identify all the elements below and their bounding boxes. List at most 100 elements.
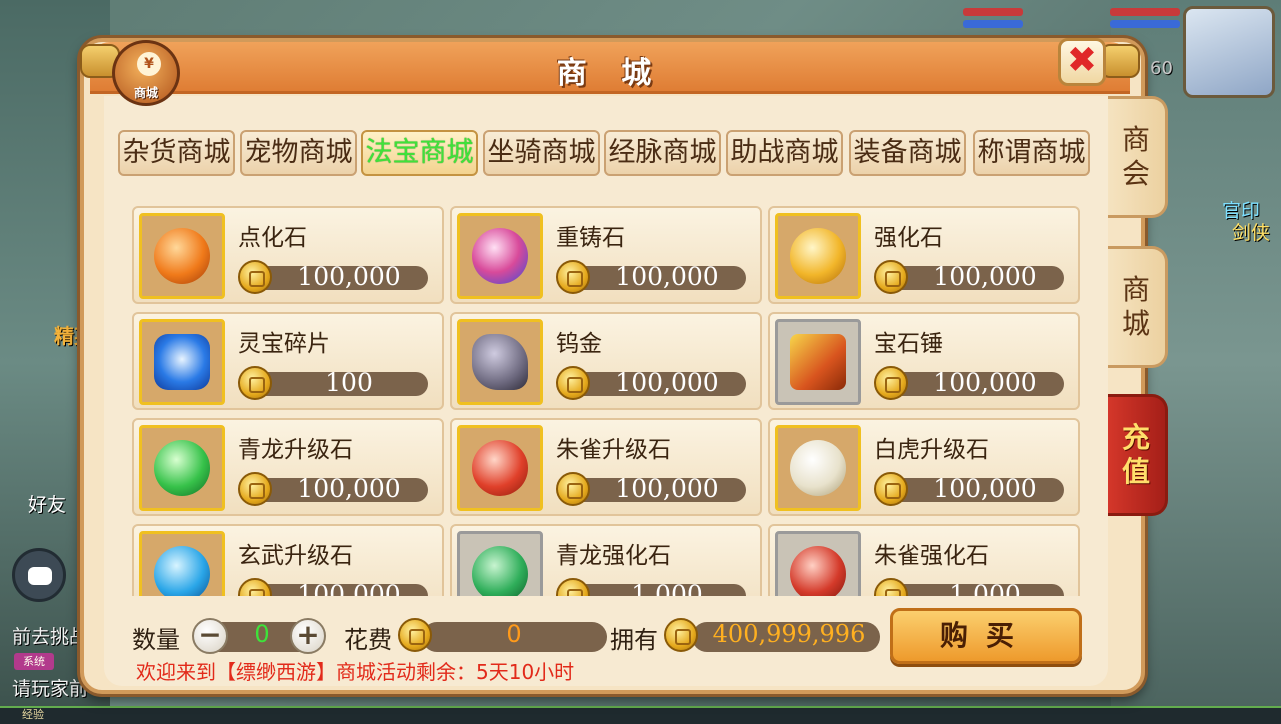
gold-coin-icon (238, 472, 272, 506)
money-bag-icon: ¥ (137, 52, 161, 76)
purchase-bar: 数量 − 0 + 花费 0 拥有 400,999,996 购买 欢迎来到【缥缈西… (104, 598, 1108, 688)
hp-bar (963, 8, 1023, 16)
buy-button[interactable]: 购买 (890, 608, 1082, 664)
gold-coin-icon (874, 578, 908, 596)
gold-coin-icon (556, 260, 590, 294)
shop-category-tabs: 杂货商城 宠物商城 法宝商城 坐骑商城 经脉商城 助战商城 装备商城 称谓商城 (118, 130, 1093, 178)
owned-gold-value: 400,999,996 (712, 620, 866, 648)
white-tiger-orb-icon (775, 425, 861, 511)
item-name: 钨金 (556, 331, 602, 357)
side-tab-label: 充值 (1121, 421, 1150, 488)
item-card[interactable]: 点化石 100,000 (132, 206, 444, 304)
item-price: 100,000 (615, 474, 719, 503)
close-button[interactable]: ✖ (1058, 38, 1106, 86)
gold-coin-icon (398, 618, 432, 652)
tab-equipment-store[interactable]: 装备商城 (849, 130, 966, 176)
event-notice: 欢迎来到【缥缈西游】商城活动剩余：5天10小时 (136, 660, 575, 684)
tab-general-store[interactable]: 杂货商城 (118, 130, 235, 176)
item-name: 青龙升级石 (238, 437, 353, 463)
gem-hammer-icon (775, 319, 861, 405)
item-grid: 点化石 100,000 重铸石 100,000 强化石 100,000 灵宝碎片… (128, 202, 1084, 596)
item-name: 强化石 (874, 225, 943, 251)
item-name: 朱雀强化石 (874, 543, 989, 569)
item-card[interactable]: 白虎升级石 100,000 (768, 418, 1080, 516)
pink-crystal-stone-icon (457, 213, 543, 299)
shop-logo: ¥ 商城 (112, 40, 180, 106)
item-price: 100,000 (297, 474, 401, 503)
gold-coin-icon (874, 472, 908, 506)
friend-button[interactable]: 好友 (28, 490, 66, 517)
item-name: 点化石 (238, 225, 307, 251)
side-tab-recharge[interactable]: 充值 (1108, 394, 1168, 516)
green-dragon-orb-icon (139, 425, 225, 511)
tab-pet-store[interactable]: 宠物商城 (240, 130, 357, 176)
quest-text-2[interactable]: 请玩家前 (12, 674, 88, 701)
tab-assist-store[interactable]: 助战商城 (726, 130, 843, 176)
item-price: 100,000 (615, 368, 719, 397)
npc-name-2: 剑侠 (1232, 222, 1271, 244)
gold-coin-icon (556, 366, 590, 400)
tab-treasure-store[interactable]: 法宝商城 (361, 130, 478, 176)
orange-swirl-stone-icon (139, 213, 225, 299)
item-card[interactable]: 朱雀强化石 1,000 (768, 524, 1080, 596)
gold-coin-icon (664, 618, 698, 652)
gold-coin-icon (238, 578, 272, 596)
cost-label: 花费 (344, 626, 392, 654)
tab-title-store[interactable]: 称谓商城 (973, 130, 1090, 176)
quest-text-1[interactable]: 前去挑战 (12, 622, 88, 649)
item-card[interactable]: 青龙强化石 1,000 (450, 524, 762, 596)
item-price: 100,000 (615, 262, 719, 291)
owned-label: 拥有 (610, 626, 658, 654)
mp-bar (963, 20, 1023, 28)
item-name: 灵宝碎片 (238, 331, 330, 357)
shop-logo-label: 商城 (133, 86, 158, 100)
gold-coin-icon (556, 472, 590, 506)
quantity-label: 数量 (132, 626, 180, 654)
item-card[interactable]: 钨金 100,000 (450, 312, 762, 410)
tab-mount-store[interactable]: 坐骑商城 (483, 130, 600, 176)
exp-label: 经验 (22, 708, 44, 721)
exp-bar (0, 706, 1281, 724)
player-level: 60 (1150, 58, 1173, 79)
scroll-ornament-right (1100, 44, 1140, 78)
tab-meridian-store[interactable]: 经脉商城 (604, 130, 721, 176)
red-phoenix-stone-icon (775, 531, 861, 596)
grey-ore-icon (457, 319, 543, 405)
gold-coin-icon (238, 260, 272, 294)
item-name: 朱雀升级石 (556, 437, 671, 463)
blue-gem-icon (139, 319, 225, 405)
side-tab-label: 商城 (1121, 273, 1150, 340)
gold-coin-icon (556, 578, 590, 596)
item-card[interactable]: 朱雀升级石 100,000 (450, 418, 762, 516)
green-dragon-stone-icon (457, 531, 543, 596)
item-price: 100,000 (297, 262, 401, 291)
side-tab-shop[interactable]: 商城 (1108, 246, 1168, 368)
gold-coin-icon (874, 260, 908, 294)
item-card[interactable]: 青龙升级石 100,000 (132, 418, 444, 516)
side-tab-chamber-of-commerce[interactable]: 商会 (1108, 96, 1168, 218)
pet-hp-bar (1110, 8, 1180, 16)
item-card[interactable]: 宝石锤 100,000 (768, 312, 1080, 410)
item-price: 1,000 (631, 580, 703, 596)
item-card[interactable]: 强化石 100,000 (768, 206, 1080, 304)
gold-coin-icon (238, 366, 272, 400)
shop-title: 商 城 (556, 56, 664, 91)
increase-quantity-button[interactable]: + (290, 618, 326, 654)
item-name: 白虎升级石 (874, 437, 989, 463)
cost-value: 0 (506, 620, 522, 648)
item-name: 宝石锤 (874, 331, 943, 357)
shop-title-bar: 商 城 (90, 42, 1130, 94)
chat-icon[interactable] (12, 548, 66, 602)
item-price: 100,000 (933, 262, 1037, 291)
item-name: 重铸石 (556, 225, 625, 251)
item-card[interactable]: 玄武升级石 100,000 (132, 524, 444, 596)
item-card[interactable]: 重铸石 100,000 (450, 206, 762, 304)
item-name: 青龙强化石 (556, 543, 671, 569)
player-avatar[interactable] (1183, 6, 1275, 98)
gold-swirl-stone-icon (775, 213, 861, 299)
gold-coin-icon (874, 366, 908, 400)
item-price: 1,000 (949, 580, 1021, 596)
item-price: 100 (325, 368, 373, 397)
item-price: 100,000 (933, 368, 1037, 397)
item-card[interactable]: 灵宝碎片 100 (132, 312, 444, 410)
